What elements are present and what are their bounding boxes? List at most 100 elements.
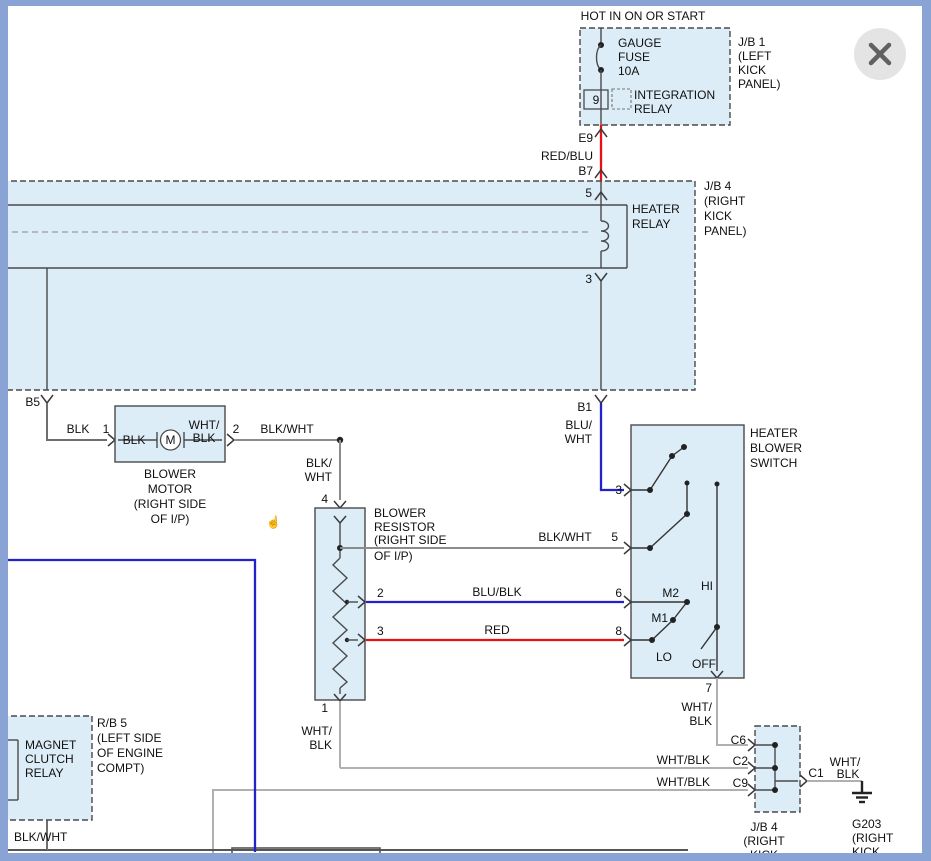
- wiring-diagram: HOT IN ON OR START GAUGE FUSE 10A 9 INTE…: [0, 0, 931, 861]
- jb4-label-1: J/B 4: [704, 179, 732, 193]
- pin9-label: 9: [593, 93, 600, 107]
- switch-out-wire-label-2: BLK: [689, 714, 712, 728]
- integration-relay-label-2: RELAY: [634, 102, 672, 116]
- switch-lo-label: LO: [656, 650, 672, 664]
- jb4-small-caption-2: (RIGHT: [743, 834, 785, 848]
- integration-relay-label-1: INTEGRATION: [634, 88, 715, 102]
- resistor-drop-wire-label-1: BLK/: [306, 456, 333, 470]
- resistor-pin2-label: 2: [377, 586, 384, 600]
- switch-pin7-label: 7: [705, 681, 712, 695]
- blu-blk-wire-label: BLU/BLK: [472, 585, 521, 599]
- motor-whtblk-label-2: BLK: [193, 431, 216, 445]
- heater-relay-label-1: HEATER: [632, 202, 680, 216]
- jb4-small-caption-1: J/B 4: [750, 820, 778, 834]
- rb5-label-2: (LEFT SIDE: [97, 731, 161, 745]
- blkwht-to-switch-label: BLK/WHT: [538, 530, 592, 544]
- blower-resistor: [315, 440, 624, 768]
- resistor-drop-wire-label-2: WHT: [305, 470, 333, 484]
- window-frame-top: [0, 0, 931, 6]
- resistor-out-wire-label-2: BLK: [309, 738, 332, 752]
- motor-pin1-label: 1: [103, 422, 110, 436]
- jb1-label-1: J/B 1: [738, 35, 766, 49]
- switch-m1-label: M1: [651, 611, 668, 625]
- hot-in-on-label: HOT IN ON OR START: [581, 9, 706, 23]
- magnet-caption-3: RELAY: [25, 766, 63, 780]
- e9-label: E9: [578, 131, 593, 145]
- whtblk-c2-wire-label: WHT/BLK: [657, 753, 710, 767]
- switch-caption-1: HEATER: [750, 426, 798, 440]
- switch-caption-3: SWITCH: [750, 456, 797, 470]
- b7-label: B7: [578, 164, 593, 178]
- motor-wire-in-label: BLK: [67, 422, 90, 436]
- b5-label: B5: [25, 395, 40, 409]
- motor-caption-2: MOTOR: [148, 482, 193, 496]
- g203-label-2: (RIGHT: [852, 831, 894, 845]
- resistor-caption-4: OF I/P): [374, 549, 413, 563]
- rb5-label-1: R/B 5: [97, 716, 127, 730]
- jb1-label-2: (LEFT: [738, 49, 772, 63]
- resistor-out-wire-label-1: WHT/: [301, 724, 332, 738]
- window-frame-right: [922, 0, 931, 861]
- fuse-label-3: 10A: [618, 64, 639, 78]
- motor-caption-3: (RIGHT SIDE: [134, 497, 206, 511]
- resistor-caption-1: BLOWER: [374, 506, 426, 520]
- jb4-heater-relay-box: [2, 181, 695, 403]
- relay-pin3-label: 3: [585, 272, 592, 286]
- resistor-pin4-label: 4: [321, 492, 328, 506]
- c6-label: C6: [731, 733, 747, 747]
- switch-off-label: OFF: [692, 657, 716, 671]
- motor-whtblk-label-1: WHT/: [189, 418, 220, 432]
- ground-g203-symbol: [852, 781, 872, 802]
- jb1-label-4: PANEL): [738, 77, 780, 91]
- close-icon: [854, 28, 906, 80]
- b1-label: B1: [577, 400, 592, 414]
- motor-m-symbol: M: [166, 433, 176, 447]
- fuse-label-2: FUSE: [618, 50, 650, 64]
- resistor-caption-3: (RIGHT SIDE: [374, 533, 446, 547]
- c1-wire-label-2: BLK: [837, 767, 860, 781]
- jb4-label-4: PANEL): [704, 224, 746, 238]
- resistor-pin3-label: 3: [377, 624, 384, 638]
- jb4-label-3: KICK: [704, 209, 732, 223]
- switch-m2-label: M2: [662, 586, 679, 600]
- heater-blower-switch: [601, 403, 748, 745]
- relay-pin5-label: 5: [585, 186, 592, 200]
- resistor-caption-2: RESISTOR: [374, 520, 435, 534]
- motor-pin2-label: 2: [233, 422, 240, 436]
- switch-out-wire-label-1: WHT/: [681, 700, 712, 714]
- switch-pin8-label: 8: [615, 624, 622, 638]
- red-blu-feed-wire: [595, 125, 607, 181]
- wiring-diagram-viewer: HOT IN ON OR START GAUGE FUSE 10A 9 INTE…: [0, 0, 931, 861]
- blkwht-bottom-label: BLK/WHT: [14, 830, 68, 844]
- blkwht-wire-label: BLK/WHT: [260, 422, 314, 436]
- whtblk-c9-wire-label: WHT/BLK: [657, 775, 710, 789]
- rb5-label-4: COMPT): [97, 761, 144, 775]
- jb4-label-2: (RIGHT: [704, 194, 746, 208]
- magnet-caption-1: MAGNET: [25, 738, 77, 752]
- motor-blk-label: BLK: [123, 433, 146, 447]
- window-frame-left: [0, 0, 8, 861]
- hand-cursor-icon: ☝: [266, 514, 281, 529]
- window-frame-bottom: [0, 853, 931, 861]
- resistor-pin1-label: 1: [321, 701, 328, 715]
- bottom-wires: [2, 768, 748, 861]
- c2-label: C2: [733, 754, 749, 768]
- switch-pin5-label: 5: [611, 530, 618, 544]
- switch-pin3-label: 3: [615, 483, 622, 497]
- switch-caption-2: BLOWER: [750, 441, 802, 455]
- c9-label: C9: [733, 776, 749, 790]
- red-wire-label: RED: [484, 623, 510, 637]
- blu-wht-wire-label-2: WHT: [565, 432, 593, 446]
- c1-label: C1: [808, 766, 824, 780]
- motor-caption-1: BLOWER: [144, 467, 196, 481]
- jb1-label-3: KICK: [738, 63, 766, 77]
- red-blu-label: RED/BLU: [541, 149, 593, 163]
- fuse-label-1: GAUGE: [618, 36, 661, 50]
- g203-label-1: G203: [852, 817, 882, 831]
- rb5-label-3: OF ENGINE: [97, 746, 163, 760]
- switch-hi-label: HI: [701, 579, 713, 593]
- switch-pin6-label: 6: [615, 586, 622, 600]
- close-button[interactable]: [854, 28, 906, 80]
- magnet-caption-2: CLUTCH: [25, 752, 74, 766]
- motor-caption-4: OF I/P): [151, 512, 190, 526]
